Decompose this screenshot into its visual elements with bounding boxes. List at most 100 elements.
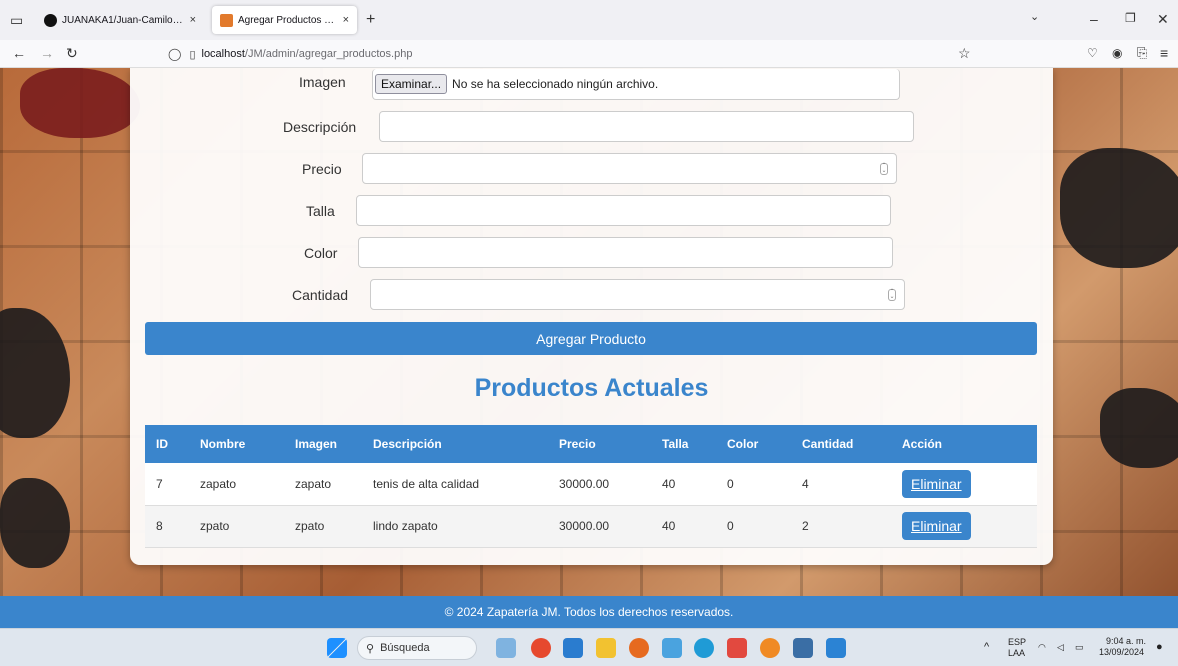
- tab-title: Agregar Productos - Zapatería: [238, 14, 337, 26]
- app-icon[interactable]: [727, 638, 747, 658]
- imagen-label: Imagen: [299, 74, 346, 90]
- search-icon: ⚲: [366, 642, 375, 655]
- restore-icon[interactable]: ❐: [1125, 12, 1136, 24]
- color-label: Color: [304, 245, 338, 261]
- table-row: 7 zapato zapato tenis de alta calidad 30…: [145, 463, 1037, 506]
- talla-label: Talla: [306, 203, 335, 219]
- vscode-icon[interactable]: [563, 638, 583, 658]
- windows-start-icon[interactable]: [327, 638, 347, 658]
- eliminar-button[interactable]: Eliminar: [902, 469, 971, 498]
- talla-input[interactable]: [356, 195, 891, 226]
- cell-talla: 40: [651, 505, 716, 548]
- opera-icon[interactable]: [531, 638, 551, 658]
- cantidad-input[interactable]: ⌃ ⌄: [370, 279, 905, 310]
- eliminar-button[interactable]: Eliminar: [902, 512, 971, 540]
- background-shoe: [1060, 148, 1178, 268]
- tab-agregar-productos[interactable]: Agregar Productos - Zapatería ×: [212, 6, 357, 34]
- minimize-icon[interactable]: –: [1090, 12, 1098, 26]
- edge-icon[interactable]: [694, 638, 714, 658]
- background-shoe: [0, 308, 70, 438]
- background-shoe: [0, 478, 70, 568]
- extensions-icon[interactable]: ⎘: [1137, 46, 1147, 59]
- language-layout[interactable]: LAA: [1008, 648, 1025, 659]
- number-spinner-icon[interactable]: ⌃ ⌄: [888, 289, 896, 301]
- column-header: Descripción: [362, 425, 548, 463]
- cell-imagen: zpato: [284, 505, 362, 548]
- reload-icon[interactable]: ↻: [66, 46, 78, 60]
- address-bar[interactable]: ◯ ▯ localhost/JM/admin/agregar_productos…: [168, 42, 988, 66]
- navigation-bar: ← → ↻ ◯ ▯ localhost/JM/admin/agregar_pro…: [0, 40, 1178, 68]
- cell-accion: Eliminar: [891, 505, 1037, 548]
- cell-id: 8: [145, 505, 189, 548]
- precio-label: Precio: [302, 161, 342, 177]
- column-header: Talla: [651, 425, 716, 463]
- clock-time[interactable]: 9:04 a. m.: [1106, 636, 1146, 647]
- cell-accion: Eliminar: [891, 463, 1037, 506]
- app-icon[interactable]: [826, 638, 846, 658]
- github-icon: [44, 13, 57, 27]
- cell-nombre: zapato: [189, 463, 284, 506]
- shield-icon[interactable]: ◯: [168, 47, 181, 61]
- file-status-text: No se ha seleccionado ningún archivo.: [452, 77, 659, 91]
- color-input[interactable]: [358, 237, 893, 268]
- bookmark-star-icon[interactable]: ☆: [958, 46, 971, 60]
- forward-icon[interactable]: →: [40, 46, 54, 60]
- back-icon[interactable]: ←: [12, 46, 26, 60]
- table-row: 8 zpato zpato lindo zapato 30000.00 40 0…: [145, 505, 1037, 548]
- background-shoe: [20, 68, 140, 138]
- number-spinner-icon[interactable]: ⌃ ⌄: [880, 163, 888, 175]
- app-icon[interactable]: [662, 638, 682, 658]
- cell-nombre: zpato: [189, 505, 284, 548]
- new-tab-button[interactable]: +: [366, 12, 375, 28]
- background-shoe: [1100, 388, 1178, 468]
- tab-list-icon[interactable]: ▭: [10, 13, 23, 27]
- cell-descripcion: lindo zapato: [362, 505, 548, 548]
- battery-icon[interactable]: ▭: [1075, 642, 1084, 653]
- imagen-file-input[interactable]: Examinar... No se ha seleccionado ningún…: [372, 69, 900, 100]
- admin-card: Imagen Examinar... No se ha seleccionado…: [130, 68, 1053, 565]
- column-header: Cantidad: [791, 425, 891, 463]
- tab-github[interactable]: JUANAKA1/Juan-Camilo-Prieto ×: [36, 6, 204, 34]
- chevron-down-icon[interactable]: ⌄: [1030, 12, 1039, 23]
- menu-icon[interactable]: ≡: [1160, 46, 1168, 60]
- column-header: Nombre: [189, 425, 284, 463]
- chevron-up-icon[interactable]: ^: [984, 642, 989, 653]
- precio-input[interactable]: ⌃ ⌄: [362, 153, 897, 184]
- taskbar-search[interactable]: ⚲ Búsqueda: [357, 636, 477, 660]
- file-explorer-icon[interactable]: [596, 638, 616, 658]
- volume-icon[interactable]: ◁: [1057, 642, 1064, 653]
- close-icon[interactable]: ×: [190, 14, 196, 26]
- account-icon[interactable]: ◉: [1112, 47, 1122, 59]
- cell-color: 0: [716, 463, 791, 506]
- language-code[interactable]: ESP: [1008, 637, 1026, 648]
- cell-color: 0: [716, 505, 791, 548]
- page-footer: © 2024 Zapatería JM. Todos los derechos …: [0, 596, 1178, 628]
- cell-cantidad: 4: [791, 463, 891, 506]
- column-header: ID: [145, 425, 189, 463]
- page-viewport: Imagen Examinar... No se ha seleccionado…: [0, 68, 1178, 628]
- browse-button[interactable]: Examinar...: [375, 74, 448, 94]
- pocket-icon[interactable]: ♡: [1087, 47, 1098, 59]
- widget-icon[interactable]: [496, 638, 516, 658]
- table-header-row: ID Nombre Imagen Descripción Precio Tall…: [145, 425, 1037, 463]
- tab-title: JUANAKA1/Juan-Camilo-Prieto: [62, 14, 184, 26]
- site-favicon-icon: [220, 13, 233, 27]
- productos-table: ID Nombre Imagen Descripción Precio Tall…: [145, 425, 1037, 548]
- close-icon[interactable]: ×: [343, 14, 349, 26]
- tab-bar: ▭ JUANAKA1/Juan-Camilo-Prieto × Agregar …: [0, 0, 1178, 40]
- notification-bell-icon[interactable]: ●: [1156, 642, 1163, 653]
- firefox-icon[interactable]: [629, 638, 649, 658]
- column-header: Imagen: [284, 425, 362, 463]
- descripcion-input[interactable]: [379, 111, 914, 142]
- app-icon[interactable]: [793, 638, 813, 658]
- search-placeholder: Búsqueda: [380, 642, 430, 654]
- agregar-producto-button[interactable]: Agregar Producto: [145, 322, 1037, 355]
- url-host: localhost: [201, 48, 245, 60]
- close-window-icon[interactable]: ✕: [1157, 12, 1169, 26]
- section-title: Productos Actuales: [474, 374, 709, 402]
- app-icon[interactable]: [760, 638, 780, 658]
- cantidad-label: Cantidad: [292, 287, 349, 303]
- wifi-icon[interactable]: ◠: [1038, 642, 1046, 653]
- cell-descripcion: tenis de alta calidad: [362, 463, 548, 506]
- clock-date[interactable]: 13/09/2024: [1099, 647, 1144, 658]
